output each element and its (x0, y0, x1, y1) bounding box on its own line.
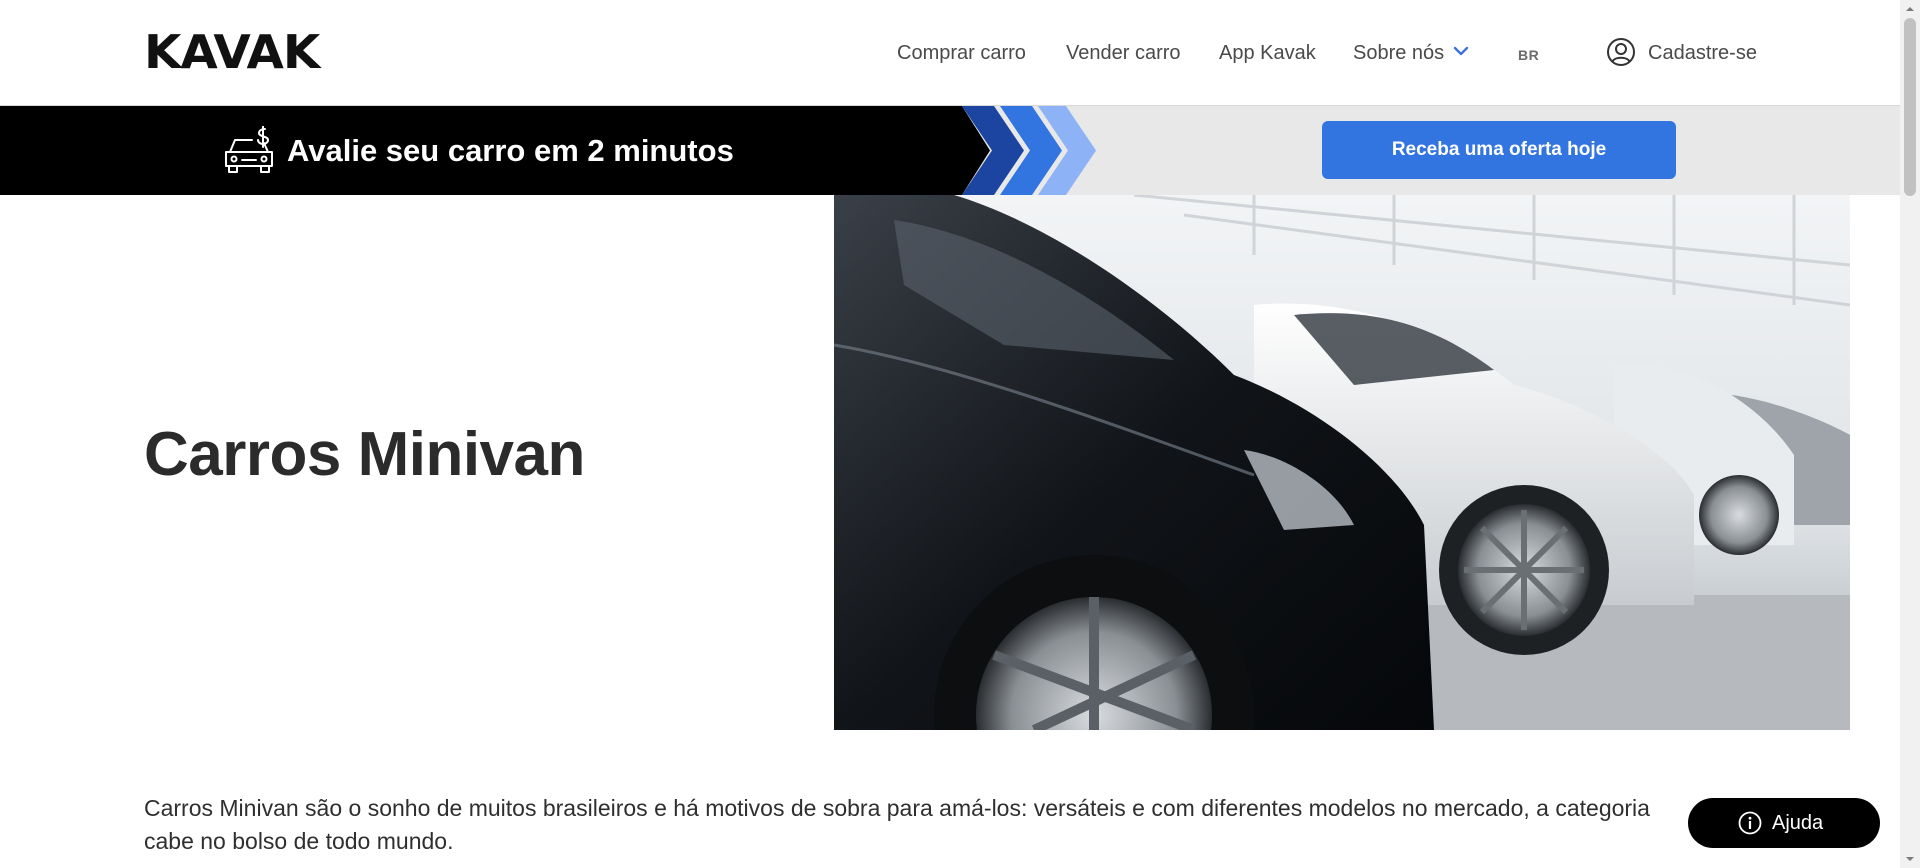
page-title: Carros Minivan (144, 420, 585, 489)
user-circle-icon[interactable] (1606, 37, 1636, 67)
site-header: KAVAK Comprar carro Vender carro App Kav… (0, 0, 1900, 106)
scroll-thumb[interactable] (1904, 18, 1916, 196)
kavak-logo[interactable]: KAVAK (144, 29, 320, 75)
nav-app-kavak[interactable]: App Kavak (1219, 42, 1316, 64)
parked-cars-photo (834, 195, 1850, 730)
chevron-arrows-icon (962, 106, 1096, 195)
signup-link[interactable]: Cadastre-se (1648, 42, 1757, 64)
scroll-down-icon[interactable] (1905, 854, 1915, 864)
sell-car-banner: Avalie seu carro em 2 minutos Receba uma… (0, 106, 1900, 195)
car-money-icon (225, 126, 273, 173)
help-label: Ajuda (1772, 812, 1824, 834)
help-button[interactable]: Ajuda (1688, 798, 1880, 848)
language-selector[interactable]: BR (1518, 47, 1539, 63)
nav-comprar-carro[interactable]: Comprar carro (897, 42, 1026, 64)
nav-sobre-nos[interactable]: Sobre nós (1353, 42, 1444, 64)
nav-vender-carro[interactable]: Vender carro (1066, 42, 1181, 64)
banner-headline: Avalie seu carro em 2 minutos (287, 133, 734, 168)
page-scrollbar[interactable] (1900, 0, 1920, 868)
chevron-down-icon[interactable] (1450, 40, 1472, 62)
hero-photo-illustration (834, 195, 1850, 730)
get-offer-button[interactable]: Receba uma oferta hoje (1322, 121, 1676, 179)
info-icon (1738, 811, 1762, 835)
scroll-up-icon[interactable] (1905, 4, 1915, 14)
intro-paragraph: Carros Minivan são o sonho de muitos bra… (144, 795, 1650, 854)
